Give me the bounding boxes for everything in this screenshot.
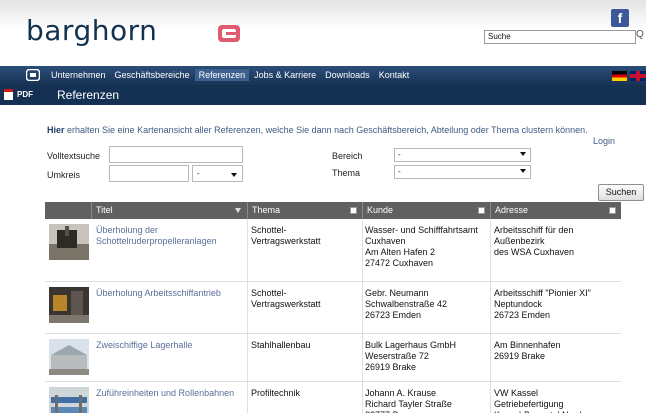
- row-thema: Schottel- Vertragswerkstatt: [251, 288, 321, 309]
- column-label: Adresse: [495, 205, 529, 215]
- reference-thumbnail[interactable]: [49, 224, 89, 260]
- main-nav: Unternehmen Geschäftsbereiche Referenzen…: [0, 66, 646, 85]
- bereich-select-value: -: [398, 150, 401, 159]
- site-header: barghorn f Suche Q: [0, 0, 646, 66]
- thema-label: Thema: [332, 168, 361, 178]
- german-flag-icon[interactable]: [612, 71, 627, 81]
- column-header-titel[interactable]: Titel: [91, 202, 247, 219]
- filter-checkbox-icon[interactable]: [350, 207, 357, 214]
- chevron-down-icon: [520, 152, 526, 156]
- volltext-label: Volltextsuche: [47, 151, 101, 161]
- table-header: Titel Thema Kunde Adresse: [45, 202, 621, 219]
- page-title-bar: PDF Referenzen: [0, 85, 646, 105]
- column-label: Thema: [252, 205, 281, 215]
- column-label: Titel: [96, 205, 113, 215]
- nav-item-jobs-karriere[interactable]: Jobs & Karriere: [250, 69, 320, 81]
- logo-mark-icon: [218, 25, 240, 42]
- nav-item-kontakt[interactable]: Kontakt: [375, 69, 414, 81]
- column-label: Kunde: [367, 205, 394, 215]
- bereich-label: Bereich: [332, 151, 363, 161]
- pdf-icon[interactable]: [4, 89, 13, 100]
- row-titel[interactable]: Zweischiffige Lagerhalle: [96, 340, 192, 351]
- row-thema: Schottel- Vertragswerkstatt: [251, 225, 321, 246]
- table-row[interactable]: Zuführeinheiten und Rollenbahnen Profilt…: [45, 382, 621, 413]
- pdf-link[interactable]: PDF: [17, 90, 33, 99]
- suchen-button[interactable]: Suchen: [598, 184, 644, 201]
- english-flag-icon[interactable]: [630, 71, 646, 81]
- row-adresse: Arbeitsschiff für den Außenbezirk des WS…: [494, 225, 575, 257]
- umkreis-label: Umkreis: [47, 170, 80, 180]
- site-logo[interactable]: barghorn: [26, 14, 157, 47]
- reference-thumbnail[interactable]: [49, 387, 89, 413]
- home-icon[interactable]: [26, 69, 40, 81]
- nav-item-downloads[interactable]: Downloads: [321, 69, 374, 81]
- facebook-icon[interactable]: f: [611, 9, 629, 27]
- row-thema: Stahlhallenbau: [251, 340, 311, 350]
- row-kunde: Bulk Lagerhaus GmbH Weserstraße 72 26919…: [365, 340, 457, 372]
- umkreis-select[interactable]: -: [192, 165, 243, 182]
- umkreis-select-value: -: [197, 169, 200, 178]
- row-kunde: Gebr. Neumann Schwalbenstraße 42 26723 E…: [365, 288, 448, 320]
- reference-thumbnail[interactable]: [49, 339, 89, 375]
- image-column-header: [45, 202, 91, 219]
- column-header-kunde[interactable]: Kunde: [362, 202, 490, 219]
- row-adresse: Arbeitsschiff "Pionier XI" Neptundock 26…: [494, 288, 591, 320]
- table-row[interactable]: Überholung Arbeitsschiffantrieb Schottel…: [45, 282, 621, 334]
- results-table: Titel Thema Kunde Adresse Überholung der…: [45, 202, 621, 413]
- search-input[interactable]: Suche: [484, 30, 636, 44]
- thema-select-value: -: [398, 167, 401, 176]
- row-adresse: VW Kassel Getriebefertigung Kassel-Bauna…: [494, 388, 582, 413]
- table-row[interactable]: Überholung der Schottelruderpropelleranl…: [45, 219, 621, 282]
- intro-body: erhalten Sie eine Kartenansicht aller Re…: [64, 125, 588, 135]
- row-kunde: Wasser- und Schifffahrtsamt Cuxhaven Am …: [365, 225, 478, 268]
- row-titel[interactable]: Überholung der Schottelruderpropelleranl…: [96, 225, 217, 247]
- row-thema: Profiltechnik: [251, 388, 301, 398]
- row-adresse: Am Binnenhafen 26919 Brake: [494, 340, 561, 361]
- nav-item-referenzen[interactable]: Referenzen: [194, 69, 250, 81]
- row-titel[interactable]: Überholung Arbeitsschiffantrieb: [96, 288, 221, 299]
- intro-text: Hier erhalten Sie eine Kartenansicht all…: [47, 125, 588, 135]
- column-header-adresse[interactable]: Adresse: [490, 202, 621, 219]
- row-kunde: Johann A. Krause Richard Tayler Straße 2…: [365, 388, 452, 413]
- intro-lead[interactable]: Hier: [47, 125, 65, 135]
- thema-select[interactable]: -: [394, 165, 531, 179]
- login-link[interactable]: Login: [593, 136, 615, 146]
- column-header-thema[interactable]: Thema: [247, 202, 362, 219]
- row-titel[interactable]: Zuführeinheiten und Rollenbahnen: [96, 388, 234, 399]
- bereich-select[interactable]: -: [394, 148, 531, 162]
- nav-item-unternehmen[interactable]: Unternehmen: [47, 69, 110, 81]
- chevron-down-icon: [520, 169, 526, 173]
- umkreis-input[interactable]: [109, 165, 189, 182]
- table-row[interactable]: Zweischiffige Lagerhalle Stahlhallenbau …: [45, 334, 621, 382]
- reference-thumbnail[interactable]: [49, 287, 89, 323]
- page-title: Referenzen: [57, 88, 120, 102]
- chevron-down-icon: [231, 173, 237, 177]
- nav-item-geschaeftsbereiche[interactable]: Geschäftsbereiche: [111, 69, 194, 81]
- filter-checkbox-icon[interactable]: [609, 207, 616, 214]
- search-icon[interactable]: Q: [636, 29, 644, 40]
- filter-checkbox-icon[interactable]: [478, 207, 485, 214]
- sort-icon[interactable]: [235, 208, 241, 213]
- volltext-input[interactable]: [109, 146, 243, 163]
